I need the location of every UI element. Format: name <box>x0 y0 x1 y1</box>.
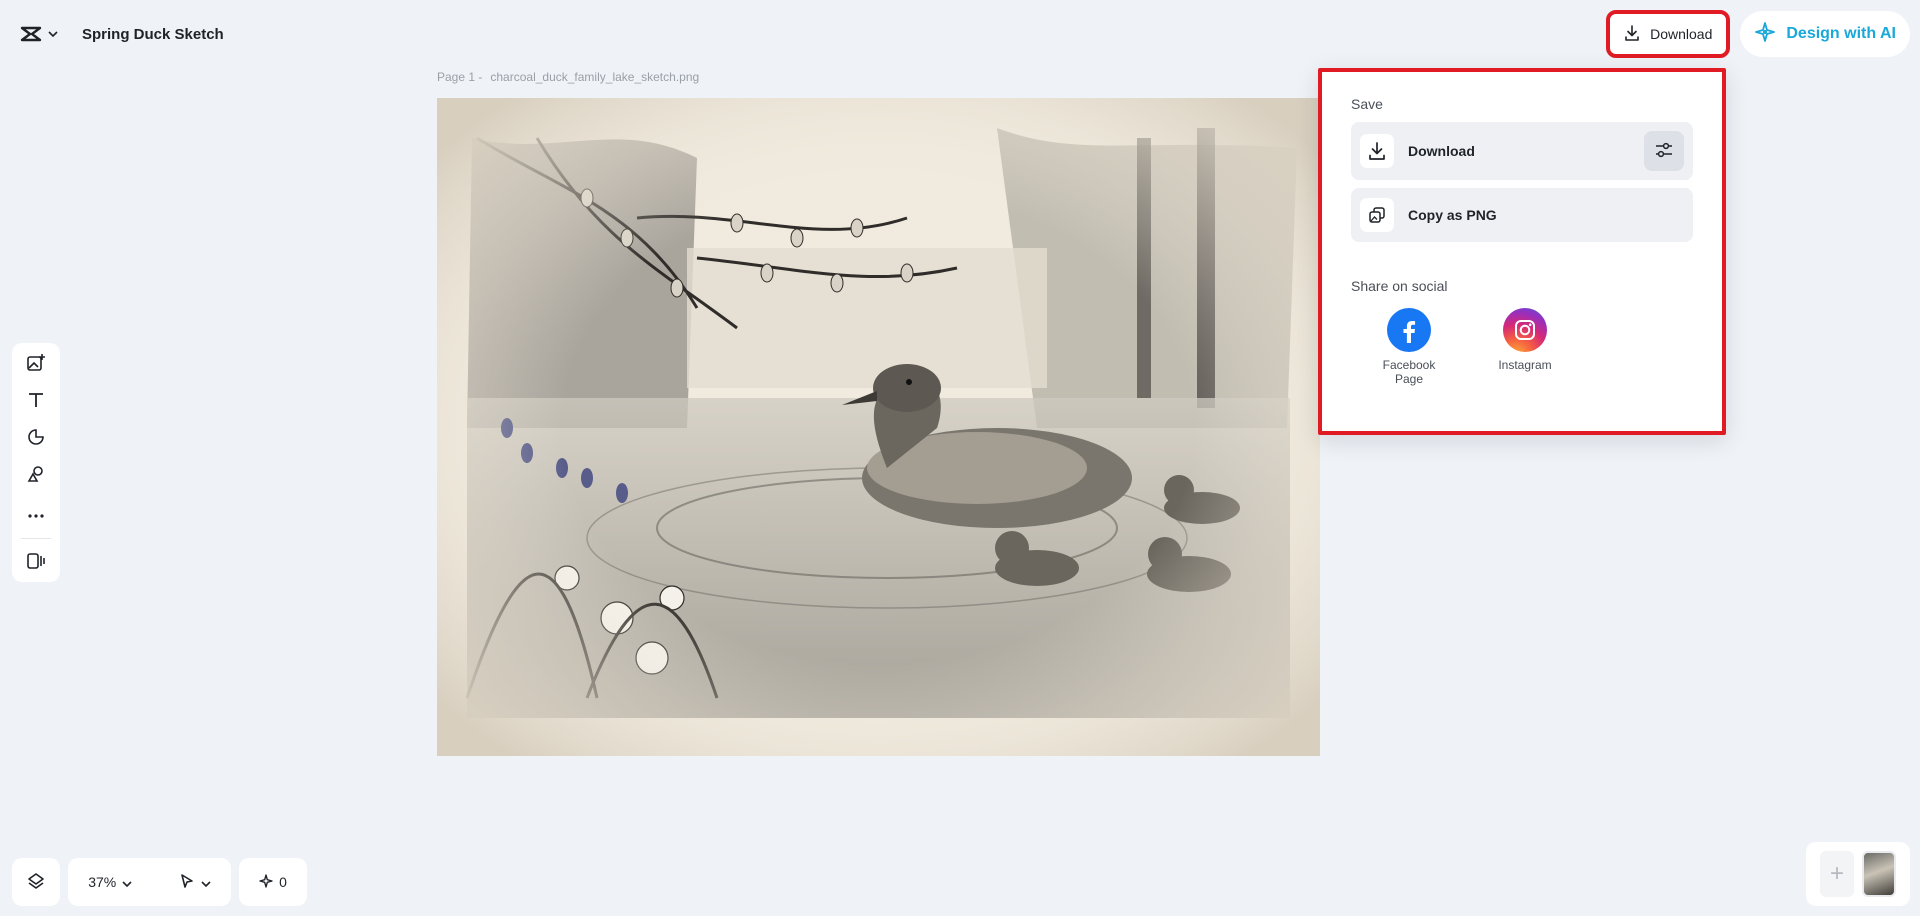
panel-toggle-button[interactable] <box>16 545 56 582</box>
plus-icon: + <box>1829 860 1844 887</box>
zoom-dropdown[interactable]: 37% <box>88 874 132 890</box>
tool-divider <box>21 538 51 539</box>
design-with-ai-button[interactable]: Design with AI <box>1740 11 1910 57</box>
copy-as-png-option[interactable]: Copy as PNG <box>1351 188 1693 242</box>
pages-panel: + <box>1806 842 1910 906</box>
tool-rail <box>12 343 60 582</box>
add-page-button[interactable]: + <box>1820 851 1854 897</box>
instagram-icon <box>1503 308 1547 352</box>
sparkle-icon <box>259 873 273 891</box>
copy-as-png-label: Copy as PNG <box>1408 207 1497 223</box>
ai-credits-count: 0 <box>279 874 287 890</box>
export-popover: Save Download Copy as PNG Share on socia… <box>1318 68 1726 435</box>
page-label: Page 1 - charcoal_duck_family_lake_sketc… <box>437 70 699 84</box>
social-share-list: Facebook Page Instagram <box>1351 308 1693 386</box>
chevron-down-icon <box>201 874 211 890</box>
save-section-title: Save <box>1351 96 1383 112</box>
more-dots-icon <box>28 505 44 523</box>
chevron-down-icon <box>122 874 132 890</box>
page-number[interactable]: Page 1 - <box>437 70 482 84</box>
export-download-label: Download <box>1408 143 1475 159</box>
ai-credits-button[interactable]: 0 <box>239 858 307 906</box>
more-tools-button[interactable] <box>16 495 56 532</box>
share-facebook-page[interactable]: Facebook Page <box>1371 308 1447 386</box>
pointer-tool-dropdown[interactable] <box>179 873 211 892</box>
share-instagram[interactable]: Instagram <box>1487 308 1563 386</box>
zoom-and-pointer-group: 37% <box>68 858 231 906</box>
download-settings-button[interactable] <box>1644 131 1684 171</box>
ai-sparkle-icon <box>1754 21 1776 48</box>
design-with-ai-label: Design with AI <box>1786 25 1896 42</box>
project-title[interactable]: Spring Duck Sketch <box>76 18 230 51</box>
panel-toggle-icon <box>26 552 46 575</box>
page-thumbnail[interactable] <box>1862 851 1896 897</box>
download-button[interactable]: Download <box>1606 10 1731 58</box>
share-section-title: Share on social <box>1351 278 1448 294</box>
image-plus-icon <box>26 353 46 378</box>
add-image-tool[interactable] <box>16 347 56 384</box>
pointer-icon <box>179 873 195 892</box>
app-logo-icon <box>20 25 42 43</box>
facebook-page-label: Facebook Page <box>1382 358 1436 386</box>
layers-icon <box>27 872 45 893</box>
instagram-label: Instagram <box>1498 358 1552 372</box>
canvas-artwork[interactable] <box>437 98 1320 756</box>
facebook-icon <box>1387 308 1431 352</box>
app-menu-button[interactable] <box>10 14 68 54</box>
sliders-icon <box>1655 142 1673 161</box>
shapes-icon <box>27 428 45 451</box>
layers-button[interactable] <box>12 858 60 906</box>
download-icon <box>1360 134 1394 168</box>
page-file-name[interactable]: charcoal_duck_family_lake_sketch.png <box>490 70 699 84</box>
shapes-tool[interactable] <box>16 421 56 458</box>
text-tool[interactable] <box>16 384 56 421</box>
bottom-controls: 37% 0 <box>12 858 307 906</box>
elements-icon <box>27 465 45 488</box>
text-icon <box>27 391 45 414</box>
download-icon <box>1624 24 1640 44</box>
download-button-label: Download <box>1650 26 1713 42</box>
app-header: Spring Duck Sketch <box>10 14 230 54</box>
copy-image-icon <box>1360 198 1394 232</box>
elements-tool[interactable] <box>16 458 56 495</box>
zoom-value: 37% <box>88 874 117 890</box>
chevron-down-icon <box>48 31 58 37</box>
export-download-option[interactable]: Download <box>1351 122 1693 180</box>
top-actions: Download Design with AI <box>1606 10 1910 58</box>
